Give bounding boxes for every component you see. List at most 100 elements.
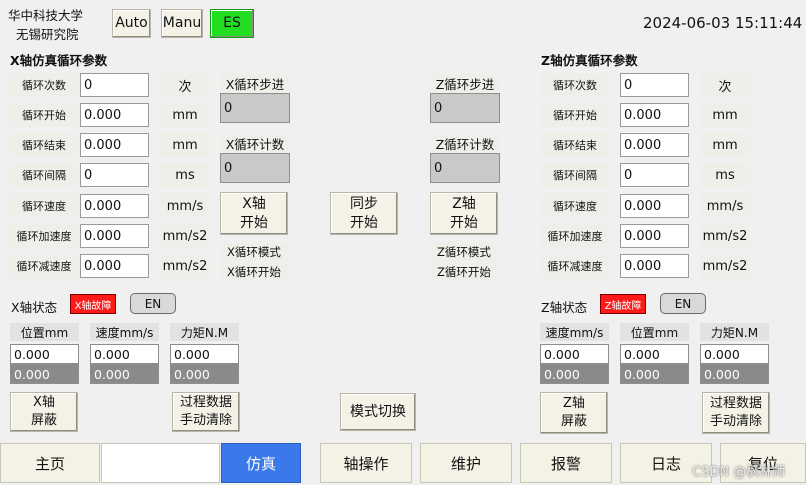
- z-param-unit: 次: [700, 73, 750, 97]
- x-param-label: 循环次数: [10, 73, 78, 97]
- x-fault-indicator: X轴故障: [70, 294, 116, 314]
- tab-4[interactable]: 报警: [520, 443, 612, 483]
- x-param-label: 循环结束: [10, 133, 78, 157]
- x-param-label: 循环加速度: [10, 224, 78, 248]
- x-param-unit: mm/s: [160, 194, 210, 218]
- x-param-label: 循环间隔: [10, 163, 78, 187]
- z-status-value: 0.000: [700, 344, 769, 364]
- z-param-label: 循环间隔: [541, 163, 609, 187]
- x-param-input[interactable]: 0.000: [80, 103, 149, 127]
- x-param-unit: mm/s2: [160, 254, 210, 278]
- x-param-input[interactable]: 0: [80, 73, 149, 97]
- z-param-unit: mm/s2: [700, 254, 750, 278]
- z-cycle-step-value: 0: [430, 93, 500, 123]
- z-param-label: 循环速度: [541, 194, 609, 218]
- x-clear-data-button[interactable]: 过程数据 手动清除: [172, 392, 240, 432]
- tab-3[interactable]: 维护: [420, 443, 512, 483]
- x-param-unit: mm/s2: [160, 224, 210, 248]
- z-status-value-secondary: 0.000: [540, 364, 609, 384]
- datetime-display: 2024-06-03 15:11:44: [643, 14, 803, 32]
- x-param-input[interactable]: 0.000: [80, 224, 149, 248]
- z-param-label: 循环次数: [541, 73, 609, 97]
- z-param-label: 循环减速度: [541, 254, 609, 278]
- z-param-label: 循环加速度: [541, 224, 609, 248]
- x-param-unit: mm: [160, 103, 210, 127]
- x-status-value: 0.000: [10, 344, 79, 364]
- z-cycle-step-label: Z循环步进: [430, 74, 500, 92]
- org-name-line2: 无锡研究院: [16, 27, 79, 42]
- x-cycle-count-label: X循环计数: [220, 134, 290, 152]
- x-status-value: 0.000: [90, 344, 159, 364]
- x-param-unit: mm: [160, 133, 210, 157]
- z-param-input[interactable]: 0.000: [620, 103, 689, 127]
- z-cycle-mode-label: Z循环模式: [430, 243, 498, 261]
- x-status-value-secondary: 0.000: [170, 364, 239, 384]
- z-param-input[interactable]: 0.000: [620, 254, 689, 278]
- z-status-header: 速度mm/s: [540, 323, 609, 341]
- z-clear-data-button[interactable]: 过程数据 手动清除: [702, 392, 770, 434]
- z-status-value: 0.000: [620, 344, 689, 364]
- x-param-label: 循环开始: [10, 103, 78, 127]
- x-param-input[interactable]: 0.000: [80, 254, 149, 278]
- z-param-input[interactable]: 0: [620, 163, 689, 187]
- x-cycle-step-value: 0: [220, 93, 290, 123]
- x-status-header: 位置mm: [10, 323, 79, 341]
- z-param-unit: mm/s: [700, 194, 750, 218]
- z-param-input[interactable]: 0: [620, 73, 689, 97]
- z-axis-mask-button[interactable]: Z轴 屏蔽: [540, 392, 608, 434]
- z-param-label: 循环开始: [541, 103, 609, 127]
- x-cycle-mode-label: X循环模式: [220, 243, 288, 261]
- z-params-title: Z轴仿真循环参数: [541, 53, 638, 68]
- z-cycle-count-label: Z循环计数: [430, 134, 500, 152]
- x-cycle-count-value: 0: [220, 153, 290, 183]
- x-status-value-secondary: 0.000: [10, 364, 79, 384]
- x-param-label: 循环速度: [10, 194, 78, 218]
- z-param-input[interactable]: 0.000: [620, 224, 689, 248]
- z-param-unit: mm: [700, 133, 750, 157]
- z-param-label: 循环结束: [541, 133, 609, 157]
- z-param-input[interactable]: 0.000: [620, 194, 689, 218]
- z-status-value-secondary: 0.000: [700, 364, 769, 384]
- z-cycle-count-value: 0: [430, 153, 500, 183]
- tab-1[interactable]: 仿真: [221, 443, 301, 483]
- z-status-header: 力矩N.M: [700, 323, 769, 341]
- x-status-header: 速度mm/s: [90, 323, 159, 341]
- x-cycle-start-label: X循环开始: [220, 263, 288, 281]
- z-cycle-start-label: Z循环开始: [430, 263, 498, 281]
- manual-mode-button[interactable]: Manu: [161, 9, 203, 38]
- z-status-header: 位置mm: [620, 323, 689, 341]
- x-enable-button[interactable]: EN: [130, 293, 176, 314]
- z-axis-start-button[interactable]: Z轴 开始: [430, 192, 498, 235]
- z-param-input[interactable]: 0.000: [620, 133, 689, 157]
- x-cycle-step-label: X循环步进: [220, 74, 290, 92]
- z-param-unit: mm/s2: [700, 224, 750, 248]
- org-name-line1: 华中科技大学: [8, 8, 84, 23]
- x-axis-mask-button[interactable]: X轴 屏蔽: [10, 392, 78, 432]
- x-param-input[interactable]: 0.000: [80, 194, 149, 218]
- z-status-value-secondary: 0.000: [620, 364, 689, 384]
- z-status-label: Z轴状态: [541, 300, 588, 315]
- z-param-unit: mm: [700, 103, 750, 127]
- x-param-unit: ms: [160, 163, 210, 187]
- tab-2[interactable]: 轴操作: [320, 443, 412, 483]
- watermark: CSDN @枫林师: [692, 465, 786, 480]
- sync-start-button[interactable]: 同步 开始: [330, 192, 398, 235]
- x-status-value-secondary: 0.000: [90, 364, 159, 384]
- x-status-label: X轴状态: [11, 300, 58, 315]
- z-fault-indicator: Z轴故障: [600, 294, 646, 314]
- x-status-value: 0.000: [170, 344, 239, 364]
- z-enable-button[interactable]: EN: [660, 293, 706, 314]
- x-status-header: 力矩N.M: [170, 323, 239, 341]
- tab-0[interactable]: 主页: [0, 443, 100, 483]
- mode-switch-button[interactable]: 模式切换: [340, 393, 416, 431]
- x-axis-start-button[interactable]: X轴 开始: [220, 192, 288, 235]
- x-params-title: X轴仿真循环参数: [10, 53, 108, 68]
- x-param-input[interactable]: 0: [80, 163, 149, 187]
- x-param-unit: 次: [160, 73, 210, 97]
- tab-spacer: [101, 443, 220, 483]
- z-param-unit: ms: [700, 163, 750, 187]
- x-param-input[interactable]: 0.000: [80, 133, 149, 157]
- emergency-stop-indicator[interactable]: ES: [210, 9, 254, 38]
- x-param-label: 循环减速度: [10, 254, 78, 278]
- auto-mode-button[interactable]: Auto: [112, 9, 151, 38]
